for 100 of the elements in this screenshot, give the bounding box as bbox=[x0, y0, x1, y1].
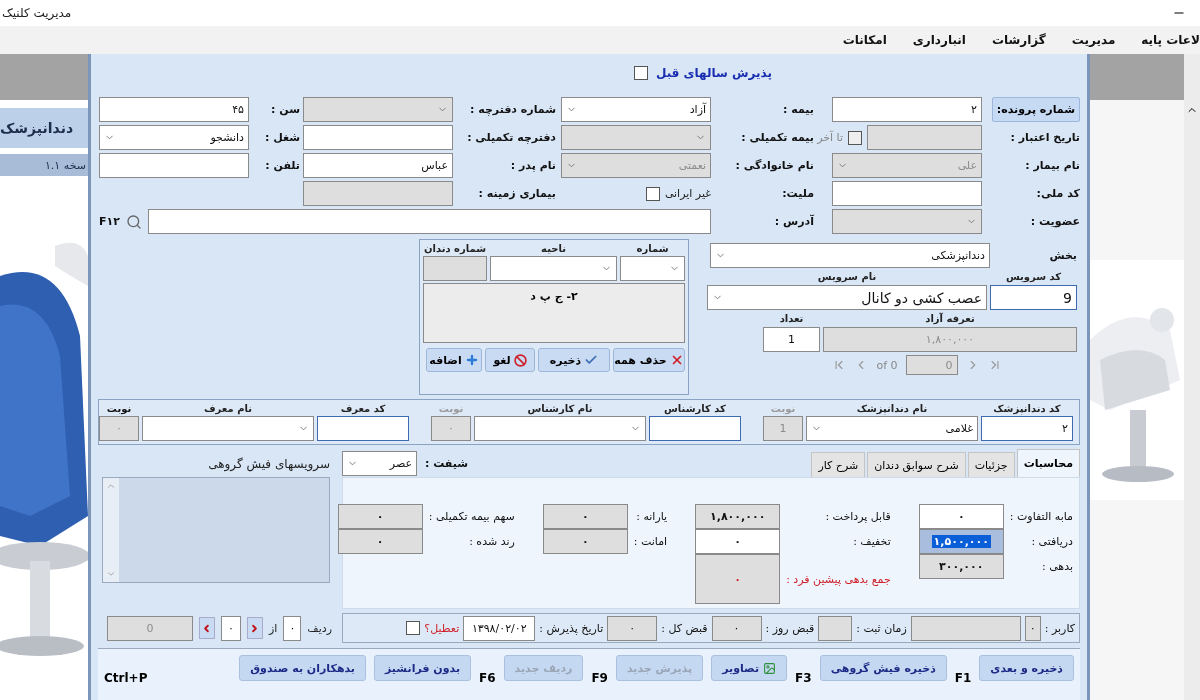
tab[interactable]: شرح سوابق دندان bbox=[867, 452, 966, 477]
field-label: نام پدر : bbox=[510, 159, 556, 172]
tooth-action-button[interactable]: ذخیره bbox=[538, 348, 610, 372]
field-label: سهم بیمه تکمیلی : bbox=[428, 510, 515, 523]
text-field[interactable] bbox=[818, 615, 853, 641]
column-header: شماره دندان bbox=[423, 243, 487, 254]
text-field[interactable] bbox=[317, 415, 409, 441]
text-field[interactable]: ۰ bbox=[542, 504, 628, 529]
tooth-action-button[interactable]: لغو bbox=[485, 348, 535, 372]
text-field[interactable]: ۰ bbox=[542, 529, 628, 554]
file-number-button[interactable]: شماره پرونده: bbox=[991, 97, 1080, 122]
checkbox[interactable] bbox=[645, 186, 660, 201]
dropdown[interactable] bbox=[142, 415, 314, 441]
text-field[interactable]: ۰ bbox=[283, 615, 302, 641]
dropdown[interactable]: دندانپزشکی bbox=[710, 243, 990, 268]
field-label: عضویت : bbox=[1030, 215, 1080, 228]
previous-button[interactable] bbox=[198, 617, 215, 639]
images-button[interactable]: تصاویر bbox=[711, 655, 788, 681]
text-field[interactable] bbox=[832, 181, 982, 206]
field-label: کد ملی: bbox=[1036, 187, 1080, 200]
column-header: کد کارشناس bbox=[663, 403, 727, 415]
dropdown[interactable]: آزاد bbox=[561, 97, 711, 122]
column-header: نوبت bbox=[769, 403, 797, 415]
text-field[interactable]: ۰ bbox=[337, 504, 423, 529]
column-header: کد دندانپزشک bbox=[992, 403, 1062, 415]
dropdown[interactable] bbox=[474, 415, 646, 441]
text-field[interactable]: ۰ bbox=[918, 504, 1004, 529]
next-button[interactable] bbox=[246, 617, 263, 639]
field-label: زمان ثبت : bbox=[856, 621, 907, 635]
text-field[interactable]: ۰ bbox=[607, 615, 658, 641]
field-label: بیماری زمینه : bbox=[478, 187, 556, 200]
menu-item[interactable]: لاعات پایه bbox=[1141, 33, 1200, 47]
text-field[interactable]: ۴۵ bbox=[99, 97, 249, 122]
field-label: تاریخ پذیرش : bbox=[539, 621, 604, 635]
address-field[interactable] bbox=[147, 209, 711, 234]
field-label: قابل پرداخت : bbox=[824, 510, 891, 523]
field-label: تعطیل؟ bbox=[424, 621, 460, 635]
action-button[interactable]: ذخیره و بعدی bbox=[979, 655, 1074, 681]
search-icon[interactable] bbox=[125, 213, 142, 230]
field-label: آدرس : bbox=[774, 215, 814, 228]
column-header: نوبت bbox=[437, 403, 465, 415]
menu-item[interactable]: امکانات bbox=[842, 33, 887, 47]
tab[interactable]: شرح کار bbox=[811, 452, 866, 477]
text-field[interactable]: ۰ bbox=[695, 554, 781, 604]
text-field[interactable]: ۱,۵۰۰,۰۰۰ bbox=[918, 529, 1004, 554]
text-field[interactable] bbox=[649, 415, 741, 441]
field-label: نام خانوادگی : bbox=[735, 159, 814, 172]
text-field[interactable]: ۱,۸۰۰,۰۰۰ bbox=[695, 504, 781, 529]
check-icon bbox=[584, 353, 599, 367]
text-field[interactable]: ۰ bbox=[695, 529, 781, 554]
tooth-action-button[interactable]: حذف همه bbox=[613, 348, 685, 372]
text-field[interactable]: ۰ bbox=[220, 615, 241, 641]
action-button[interactable]: بدون فرانشیز bbox=[374, 655, 472, 681]
dropdown[interactable]: دانشجو bbox=[99, 125, 249, 150]
menu-item[interactable]: انبارداری bbox=[912, 33, 966, 47]
field-label: قبض روز : bbox=[765, 621, 815, 635]
text-field[interactable]: ۱۳۹۸/۰۲/۰۲ bbox=[463, 615, 536, 641]
text-field[interactable]: ۰ bbox=[1024, 615, 1041, 641]
checkbox[interactable] bbox=[406, 621, 421, 635]
text-field[interactable] bbox=[423, 256, 487, 281]
shortcut-label: Ctrl+P bbox=[104, 670, 148, 685]
text-field[interactable]: 9 bbox=[990, 285, 1077, 310]
checkbox[interactable] bbox=[633, 66, 648, 80]
column-header: نوبت bbox=[105, 403, 133, 415]
dropdown[interactable] bbox=[490, 256, 617, 281]
field-label: شماره دفترچه : bbox=[470, 103, 556, 116]
text-field[interactable]: عباس bbox=[303, 153, 453, 178]
dropdown[interactable]: عصب کشی دو کانال bbox=[707, 285, 987, 310]
menu-item[interactable]: مدیریت bbox=[1071, 33, 1116, 47]
text-field[interactable]: ۳۰۰,۰۰۰ bbox=[918, 554, 1004, 579]
shortcut-label: F۱۲ bbox=[99, 215, 120, 228]
text-field[interactable] bbox=[99, 153, 249, 178]
column-header: نام کارشناس bbox=[526, 403, 594, 415]
field-label: بیمه تکمیلی : bbox=[741, 131, 814, 144]
field-label: شیفت : bbox=[425, 456, 469, 470]
text-field[interactable] bbox=[910, 615, 1021, 641]
tooth-action-button[interactable]: اضافه bbox=[426, 348, 482, 372]
text-field[interactable]: ۰ bbox=[711, 615, 762, 641]
dropdown[interactable] bbox=[620, 256, 685, 281]
tab[interactable]: جزئیات bbox=[967, 452, 1015, 477]
action-button[interactable]: ذخیره فیش گروهی bbox=[819, 655, 947, 681]
list-item[interactable]: ۲- ج پ د bbox=[530, 290, 578, 304]
column-header: نام معرف bbox=[203, 403, 253, 415]
dropdown[interactable]: عصر bbox=[342, 450, 417, 476]
action-button[interactable]: بدهکاران به صندوق bbox=[239, 655, 366, 681]
record-count: of 0 bbox=[876, 358, 898, 372]
dropdown[interactable]: غلامی bbox=[806, 415, 978, 441]
image-icon bbox=[763, 661, 777, 675]
menu-item[interactable]: گزارشات bbox=[991, 33, 1046, 47]
field-label: نام بیمار : bbox=[1025, 159, 1080, 172]
text-field[interactable]: ۲ bbox=[981, 415, 1073, 441]
text-field[interactable]: 1 bbox=[763, 327, 820, 352]
of-label: از bbox=[268, 621, 278, 635]
tab[interactable]: محاسبات bbox=[1016, 449, 1080, 477]
text-field[interactable] bbox=[303, 125, 453, 150]
field-label: دفترچه تکمیلی : bbox=[467, 131, 556, 144]
text-field[interactable]: ۰ bbox=[337, 529, 423, 554]
field-label: کاربر : bbox=[1044, 621, 1075, 635]
text-field[interactable]: ۲ bbox=[832, 97, 982, 122]
field-label: تخفیف : bbox=[852, 535, 891, 548]
